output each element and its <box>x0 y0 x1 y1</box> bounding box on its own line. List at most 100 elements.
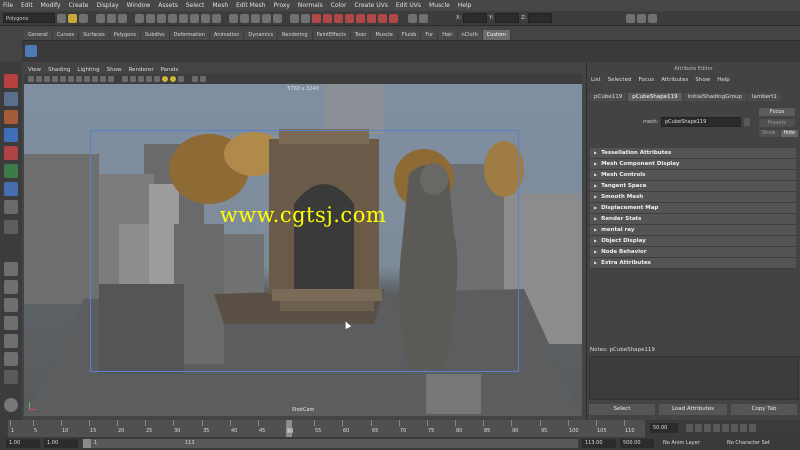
viewport-menu-panels[interactable]: Panels <box>161 67 179 73</box>
resolution-gate-icon[interactable] <box>76 76 82 82</box>
viewport-menu-lighting[interactable]: Lighting <box>77 67 99 73</box>
mesh-name-field[interactable]: pCubeShape119 <box>661 117 741 127</box>
tab-deformation[interactable]: Deformation <box>169 30 210 40</box>
layout-outliner-icon[interactable] <box>4 316 18 330</box>
history-icon[interactable] <box>301 13 310 23</box>
section-render-stats[interactable]: ▶ Render Stats <box>590 214 796 225</box>
make-live-icon[interactable] <box>273 13 282 23</box>
menu-edit[interactable]: Edit <box>21 2 33 9</box>
camera-attributes-icon[interactable] <box>36 76 42 82</box>
tab-toon[interactable]: Toon <box>350 30 372 40</box>
menu-set-select[interactable]: Polygons <box>3 13 55 23</box>
section-displacement-map[interactable]: ▶ Displacement Map <box>590 203 796 214</box>
xray-icon[interactable] <box>146 76 152 82</box>
tab-surfaces[interactable]: Surfaces <box>79 30 110 40</box>
menu-edit-mesh[interactable]: Edit Mesh <box>236 2 265 9</box>
ae-menu-show[interactable]: Show <box>695 77 710 83</box>
play-forward-icon[interactable] <box>722 424 729 432</box>
open-scene-icon[interactable] <box>68 13 77 23</box>
high-quality-icon[interactable] <box>192 76 198 82</box>
snap-grid-icon[interactable] <box>229 13 238 23</box>
save-scene-icon[interactable] <box>79 13 88 23</box>
layout-graph-icon[interactable] <box>4 334 18 348</box>
select-component-icon[interactable] <box>118 13 127 23</box>
step-back-key-icon[interactable] <box>695 424 702 432</box>
show-channel-box-icon[interactable] <box>648 13 658 23</box>
layout-four-icon[interactable] <box>4 280 18 294</box>
section-smooth-mesh[interactable]: ▶ Smooth Mesh <box>590 192 796 203</box>
viewport-menu-shading[interactable]: Shading <box>48 67 70 73</box>
go-to-start-icon[interactable] <box>686 424 693 432</box>
section-object-display[interactable]: ▶ Object Display <box>590 236 796 247</box>
render-current-frame-icon[interactable] <box>312 13 321 23</box>
show-button[interactable]: Show <box>759 130 779 137</box>
input-mode-icon[interactable] <box>408 13 417 23</box>
tab-ncloth[interactable]: nCloth <box>457 30 483 40</box>
new-scene-icon[interactable] <box>57 13 66 23</box>
pick-mask-icon[interactable] <box>212 13 221 23</box>
ae-tab-pcubeshape119[interactable]: pCubeShape119 <box>628 93 682 101</box>
viewport-menu-show[interactable]: Show <box>107 67 122 73</box>
menu-assets[interactable]: Assets <box>158 2 178 9</box>
section-mental-ray[interactable]: ▶ mental ray <box>590 225 796 236</box>
render-icon[interactable] <box>389 13 398 23</box>
wireframe-on-shaded-icon[interactable] <box>138 76 144 82</box>
pick-mask-icon[interactable] <box>179 13 188 23</box>
soft-mod-tool-icon[interactable] <box>4 220 18 234</box>
render-icon[interactable] <box>378 13 387 23</box>
tab-subdivs[interactable]: Subdivs <box>141 30 170 40</box>
ae-tab-pcube119[interactable]: pCube119 <box>590 93 627 101</box>
menu-modify[interactable]: Modify <box>41 2 61 9</box>
layout-hypershade-icon[interactable] <box>4 352 18 366</box>
menu-file[interactable]: File <box>3 2 13 9</box>
current-frame-field[interactable]: 50.00 <box>650 423 678 433</box>
x-field[interactable] <box>463 13 488 23</box>
ambient-occlusion-icon[interactable] <box>200 76 206 82</box>
copy-tab-button[interactable]: Copy Tab <box>731 404 797 415</box>
tab-general[interactable]: General <box>24 30 53 40</box>
go-to-input-icon[interactable] <box>744 118 750 126</box>
lasso-tool-icon[interactable] <box>4 92 18 106</box>
pick-mask-icon[interactable] <box>168 13 177 23</box>
ae-menu-list[interactable]: List <box>591 77 601 83</box>
tab-hair[interactable]: Hair <box>438 30 458 40</box>
ae-menu-attributes[interactable]: Attributes <box>661 77 688 83</box>
shadows-icon[interactable] <box>170 76 176 82</box>
lights-icon[interactable] <box>162 76 168 82</box>
grid-icon[interactable] <box>60 76 66 82</box>
textured-icon[interactable] <box>154 76 160 82</box>
menu-normals[interactable]: Normals <box>298 2 323 9</box>
y-field[interactable] <box>495 13 520 23</box>
history-icon[interactable] <box>290 13 299 23</box>
menu-help[interactable]: Help <box>458 2 472 9</box>
presets-button[interactable]: Presets <box>759 119 795 127</box>
film-gate-icon[interactable] <box>68 76 74 82</box>
render-view-icon[interactable] <box>345 13 354 23</box>
pick-mask-icon[interactable] <box>190 13 199 23</box>
menu-muscle[interactable]: Muscle <box>429 2 450 9</box>
shelf-tool-icon[interactable] <box>25 45 37 57</box>
layout-custom-icon[interactable] <box>4 370 18 384</box>
section-node-behavior[interactable]: ▶ Node Behavior <box>590 247 796 258</box>
anim-layer-select[interactable]: No Anim Layer <box>663 439 700 448</box>
tab-dynamics[interactable]: Dynamics <box>244 30 279 40</box>
ae-tab-initialshadinggroup[interactable]: initialShadingGroup <box>683 93 746 101</box>
gate-mask-icon[interactable] <box>84 76 90 82</box>
select-hierarchy-icon[interactable] <box>96 13 105 23</box>
menu-window[interactable]: Window <box>127 2 151 9</box>
focus-button[interactable]: Focus <box>759 108 795 116</box>
hypershade-icon[interactable] <box>356 13 365 23</box>
menu-create[interactable]: Create <box>69 2 89 9</box>
tab-fur[interactable]: Fur <box>421 30 439 40</box>
range-bar[interactable]: 1 113 <box>83 439 578 448</box>
field-chart-icon[interactable] <box>92 76 98 82</box>
notes-field[interactable] <box>589 356 799 400</box>
help-icon[interactable] <box>4 398 18 412</box>
scale-tool-icon[interactable] <box>4 164 18 178</box>
section-mesh-component-display[interactable]: ▶ Mesh Component Display <box>590 159 796 170</box>
safe-title-icon[interactable] <box>108 76 114 82</box>
playback-end-field[interactable]: 113.00 <box>582 439 616 448</box>
tab-animation[interactable]: Animation <box>209 30 245 40</box>
show-tool-settings-icon[interactable] <box>637 13 647 23</box>
move-tool-icon[interactable] <box>4 128 18 142</box>
